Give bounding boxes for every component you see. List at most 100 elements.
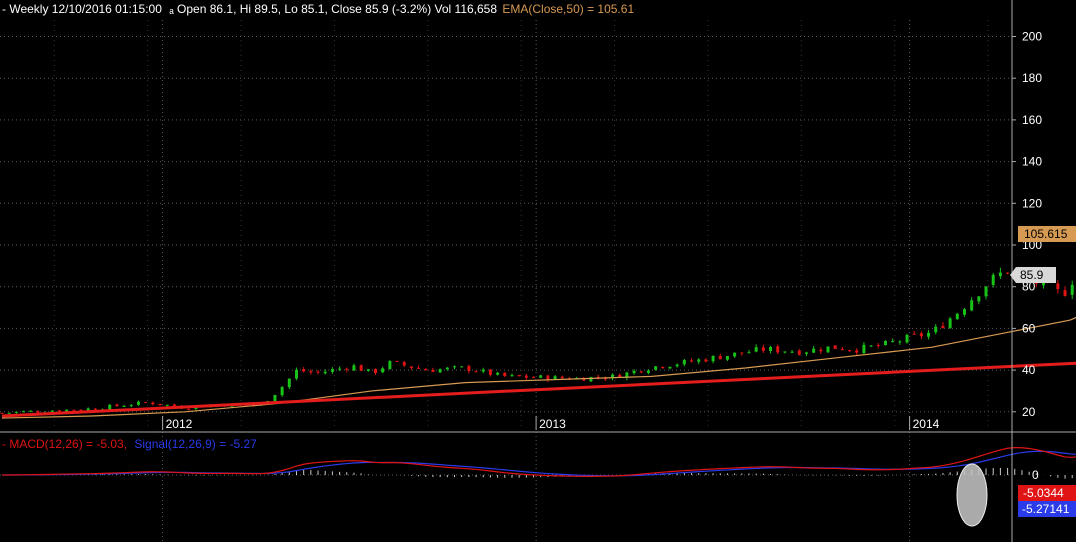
candle-bear xyxy=(0,412,4,414)
candle-bull xyxy=(962,309,966,315)
candle-bull xyxy=(783,351,787,353)
candle-bear xyxy=(661,366,665,369)
candle-bear xyxy=(740,352,744,354)
candle-bull xyxy=(280,387,284,396)
macd-header-signal: Signal(12,26,9) = -5.27 xyxy=(134,437,257,451)
price-chart-svg[interactable]: 0.0%204.04100.0%150.76127.2%136.27161.8%… xyxy=(0,0,1076,542)
candle-bull xyxy=(129,405,133,407)
candle-bear xyxy=(855,350,859,353)
candle-bull xyxy=(294,369,298,379)
candle-bear xyxy=(144,402,148,404)
candle-bear xyxy=(474,371,478,373)
candle-bear xyxy=(833,345,837,350)
candle-bear xyxy=(524,375,528,378)
candle-bull xyxy=(646,370,650,373)
macd-header-text: - MACD(12,26) = -5.03, Signal(12,26,9) =… xyxy=(2,437,257,451)
candle-bull xyxy=(29,410,33,412)
candle-bear xyxy=(704,359,708,362)
candle-bear xyxy=(395,360,399,362)
highlight-ellipse xyxy=(956,463,988,527)
candle-bull xyxy=(675,364,679,367)
candle-bear xyxy=(57,410,61,412)
candle-bear xyxy=(797,350,801,355)
candle-bull xyxy=(453,366,457,368)
candle-bear xyxy=(187,409,191,411)
candle-bull xyxy=(948,318,952,329)
candle-bear xyxy=(1063,290,1067,297)
candle-bull xyxy=(589,377,593,382)
candle-bear xyxy=(374,368,377,373)
candle-bull xyxy=(460,366,464,368)
close-tag: 85.9 xyxy=(1010,267,1056,283)
x-tick-label: 2013 xyxy=(539,417,566,431)
candle-bear xyxy=(359,365,363,371)
close-tag-text: 85.9 xyxy=(1020,268,1044,282)
candle-bear xyxy=(912,333,916,335)
candle-bull xyxy=(496,372,500,375)
candle-bull xyxy=(287,378,291,388)
candle-bear xyxy=(840,348,844,351)
candle-bull xyxy=(898,341,902,343)
candle-bull xyxy=(869,345,873,347)
candle-bear xyxy=(424,369,428,371)
macd-tag: -5.0344 xyxy=(1018,485,1076,501)
header-text: - Weekly 12/10/2016 01:15:00 ₐ Open 86.1… xyxy=(2,2,634,16)
candle-bull xyxy=(165,404,169,406)
header-ohlc: ₐ Open 86.1, Hi 89.5, Lo 85.1, Close 85.… xyxy=(169,2,497,16)
candle-bull xyxy=(747,352,751,354)
candle-bull xyxy=(682,359,686,365)
candle-bull xyxy=(352,365,356,371)
candle-bull xyxy=(725,356,729,360)
y-tick-label: 40 xyxy=(1022,363,1036,377)
candle-bear xyxy=(690,360,694,362)
y-tick-label: 120 xyxy=(1022,196,1042,210)
candle-bull xyxy=(86,408,90,411)
candle-bull xyxy=(330,369,334,372)
candle-bull xyxy=(668,366,672,369)
candle-bull xyxy=(654,366,658,370)
candle-bear xyxy=(532,377,536,379)
candle-bull xyxy=(812,348,816,353)
candle-bear xyxy=(488,369,492,375)
candle-bull xyxy=(905,334,909,343)
candle-bear xyxy=(72,409,76,411)
y-tick-label: 140 xyxy=(1022,155,1042,169)
candle-bear xyxy=(417,367,421,369)
candle-bear xyxy=(431,369,435,372)
candle-bull xyxy=(977,296,981,302)
candle-bull xyxy=(539,375,543,378)
candle-bear xyxy=(639,371,643,373)
candle-bull xyxy=(970,300,974,311)
candle-bull xyxy=(108,404,112,410)
candle-bull xyxy=(984,286,988,297)
candle-bull xyxy=(934,326,938,333)
x-tick-label: 2012 xyxy=(166,417,193,431)
candle-bull xyxy=(438,369,442,373)
macd-tag-text: -5.0344 xyxy=(1023,486,1064,500)
stock-chart[interactable]: 0.0%204.04100.0%150.76127.2%136.27161.8%… xyxy=(0,0,1076,542)
candle-bull xyxy=(22,411,26,413)
candle-bull xyxy=(14,411,18,413)
candle-bull xyxy=(711,355,715,362)
candle-bull xyxy=(883,340,887,346)
candle-bear xyxy=(93,408,97,410)
header-prefix: - Weekly 12/10/2016 01:15:00 xyxy=(2,2,162,16)
candle-bull xyxy=(366,369,370,371)
candle-bull xyxy=(697,359,701,362)
candle-bull xyxy=(445,367,449,370)
candle-bear xyxy=(941,325,945,329)
candle-bear xyxy=(36,411,40,413)
candle-bear xyxy=(1056,283,1060,290)
ema-tag: 105.615 xyxy=(1018,226,1076,242)
candle-bear xyxy=(848,350,852,352)
candle-bull xyxy=(481,369,485,372)
candle-bear xyxy=(819,349,823,352)
candle-bull xyxy=(955,313,959,320)
header-ema: EMA(Close,50) = 105.61 xyxy=(502,2,634,16)
candle-bear xyxy=(345,368,349,370)
chart-background xyxy=(0,0,1076,542)
y-tick-label: 180 xyxy=(1022,71,1042,85)
candle-bull xyxy=(323,371,327,374)
candle-bear xyxy=(402,362,406,366)
candle-bull xyxy=(632,370,636,374)
